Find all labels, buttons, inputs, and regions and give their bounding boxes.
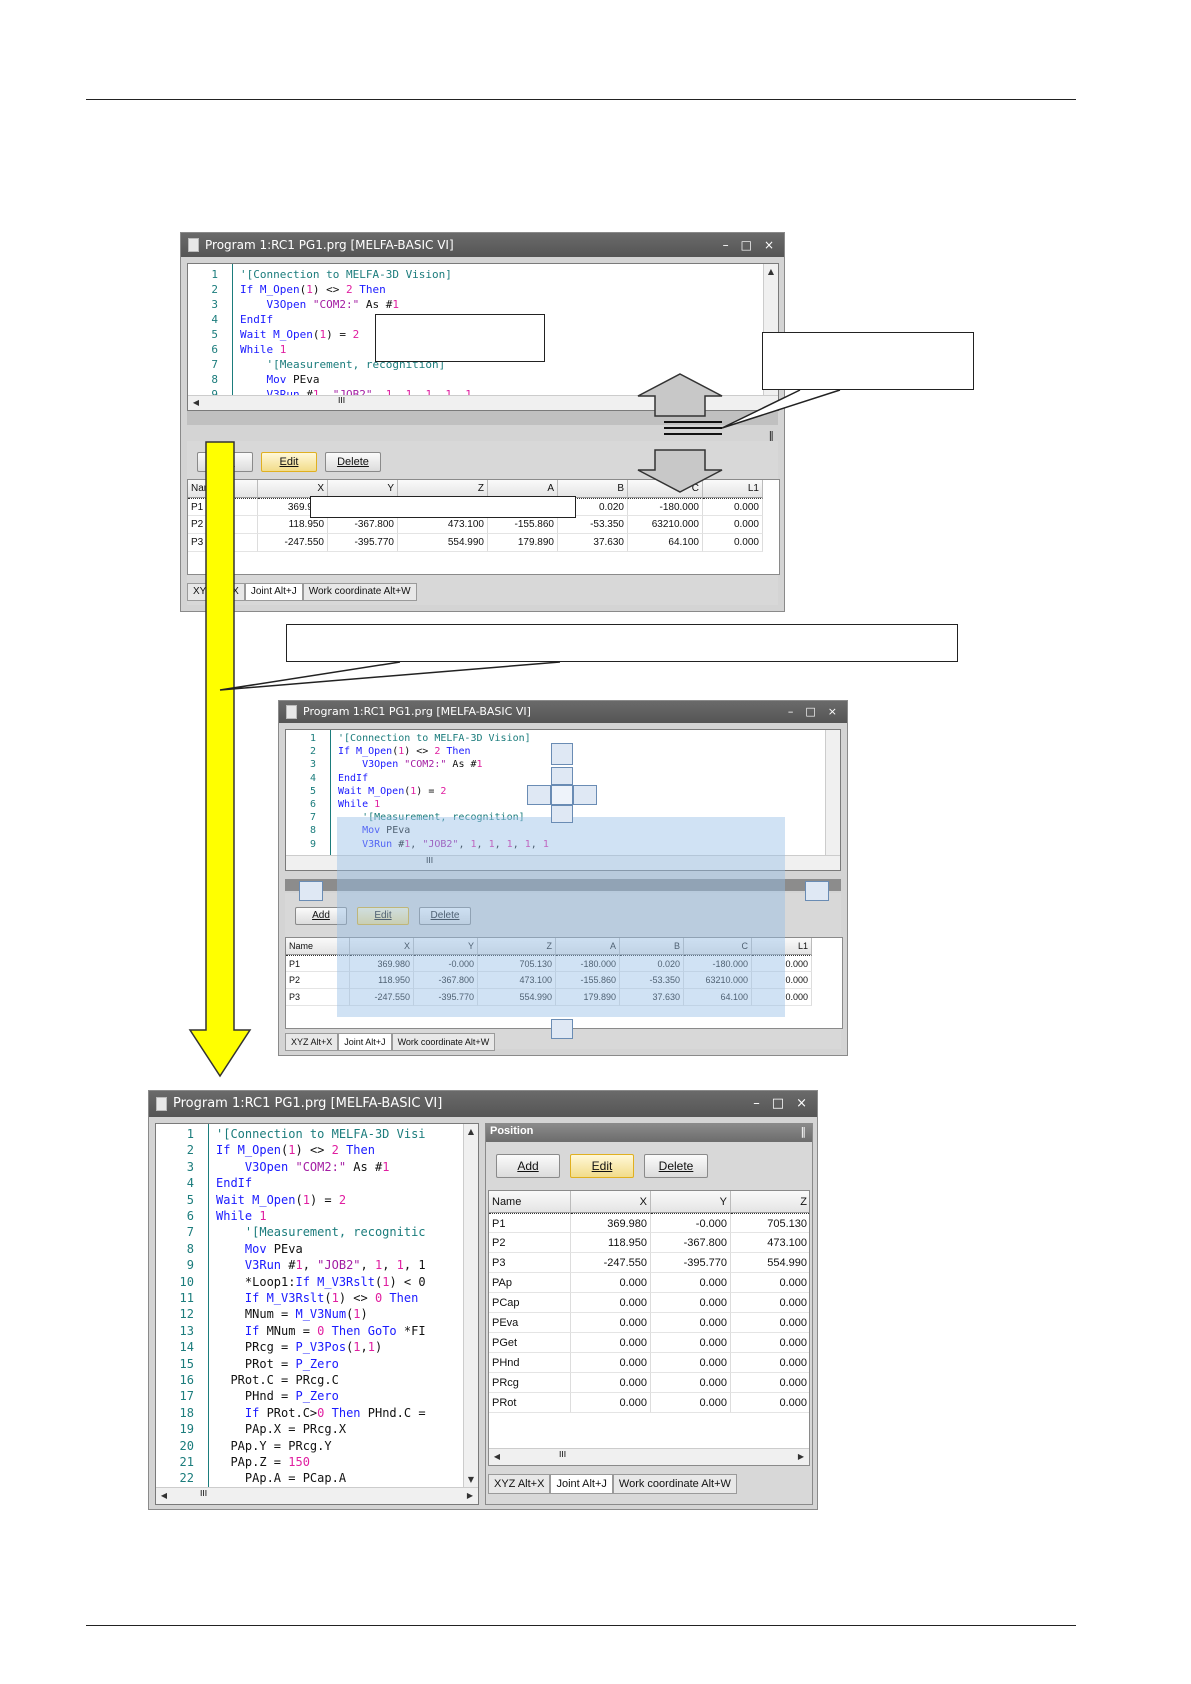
down-arrow-icon (637, 449, 723, 493)
yellow-down-arrow-icon (188, 441, 252, 1078)
up-arrow-icon (637, 373, 723, 417)
annotation-layer (188, 373, 841, 1078)
